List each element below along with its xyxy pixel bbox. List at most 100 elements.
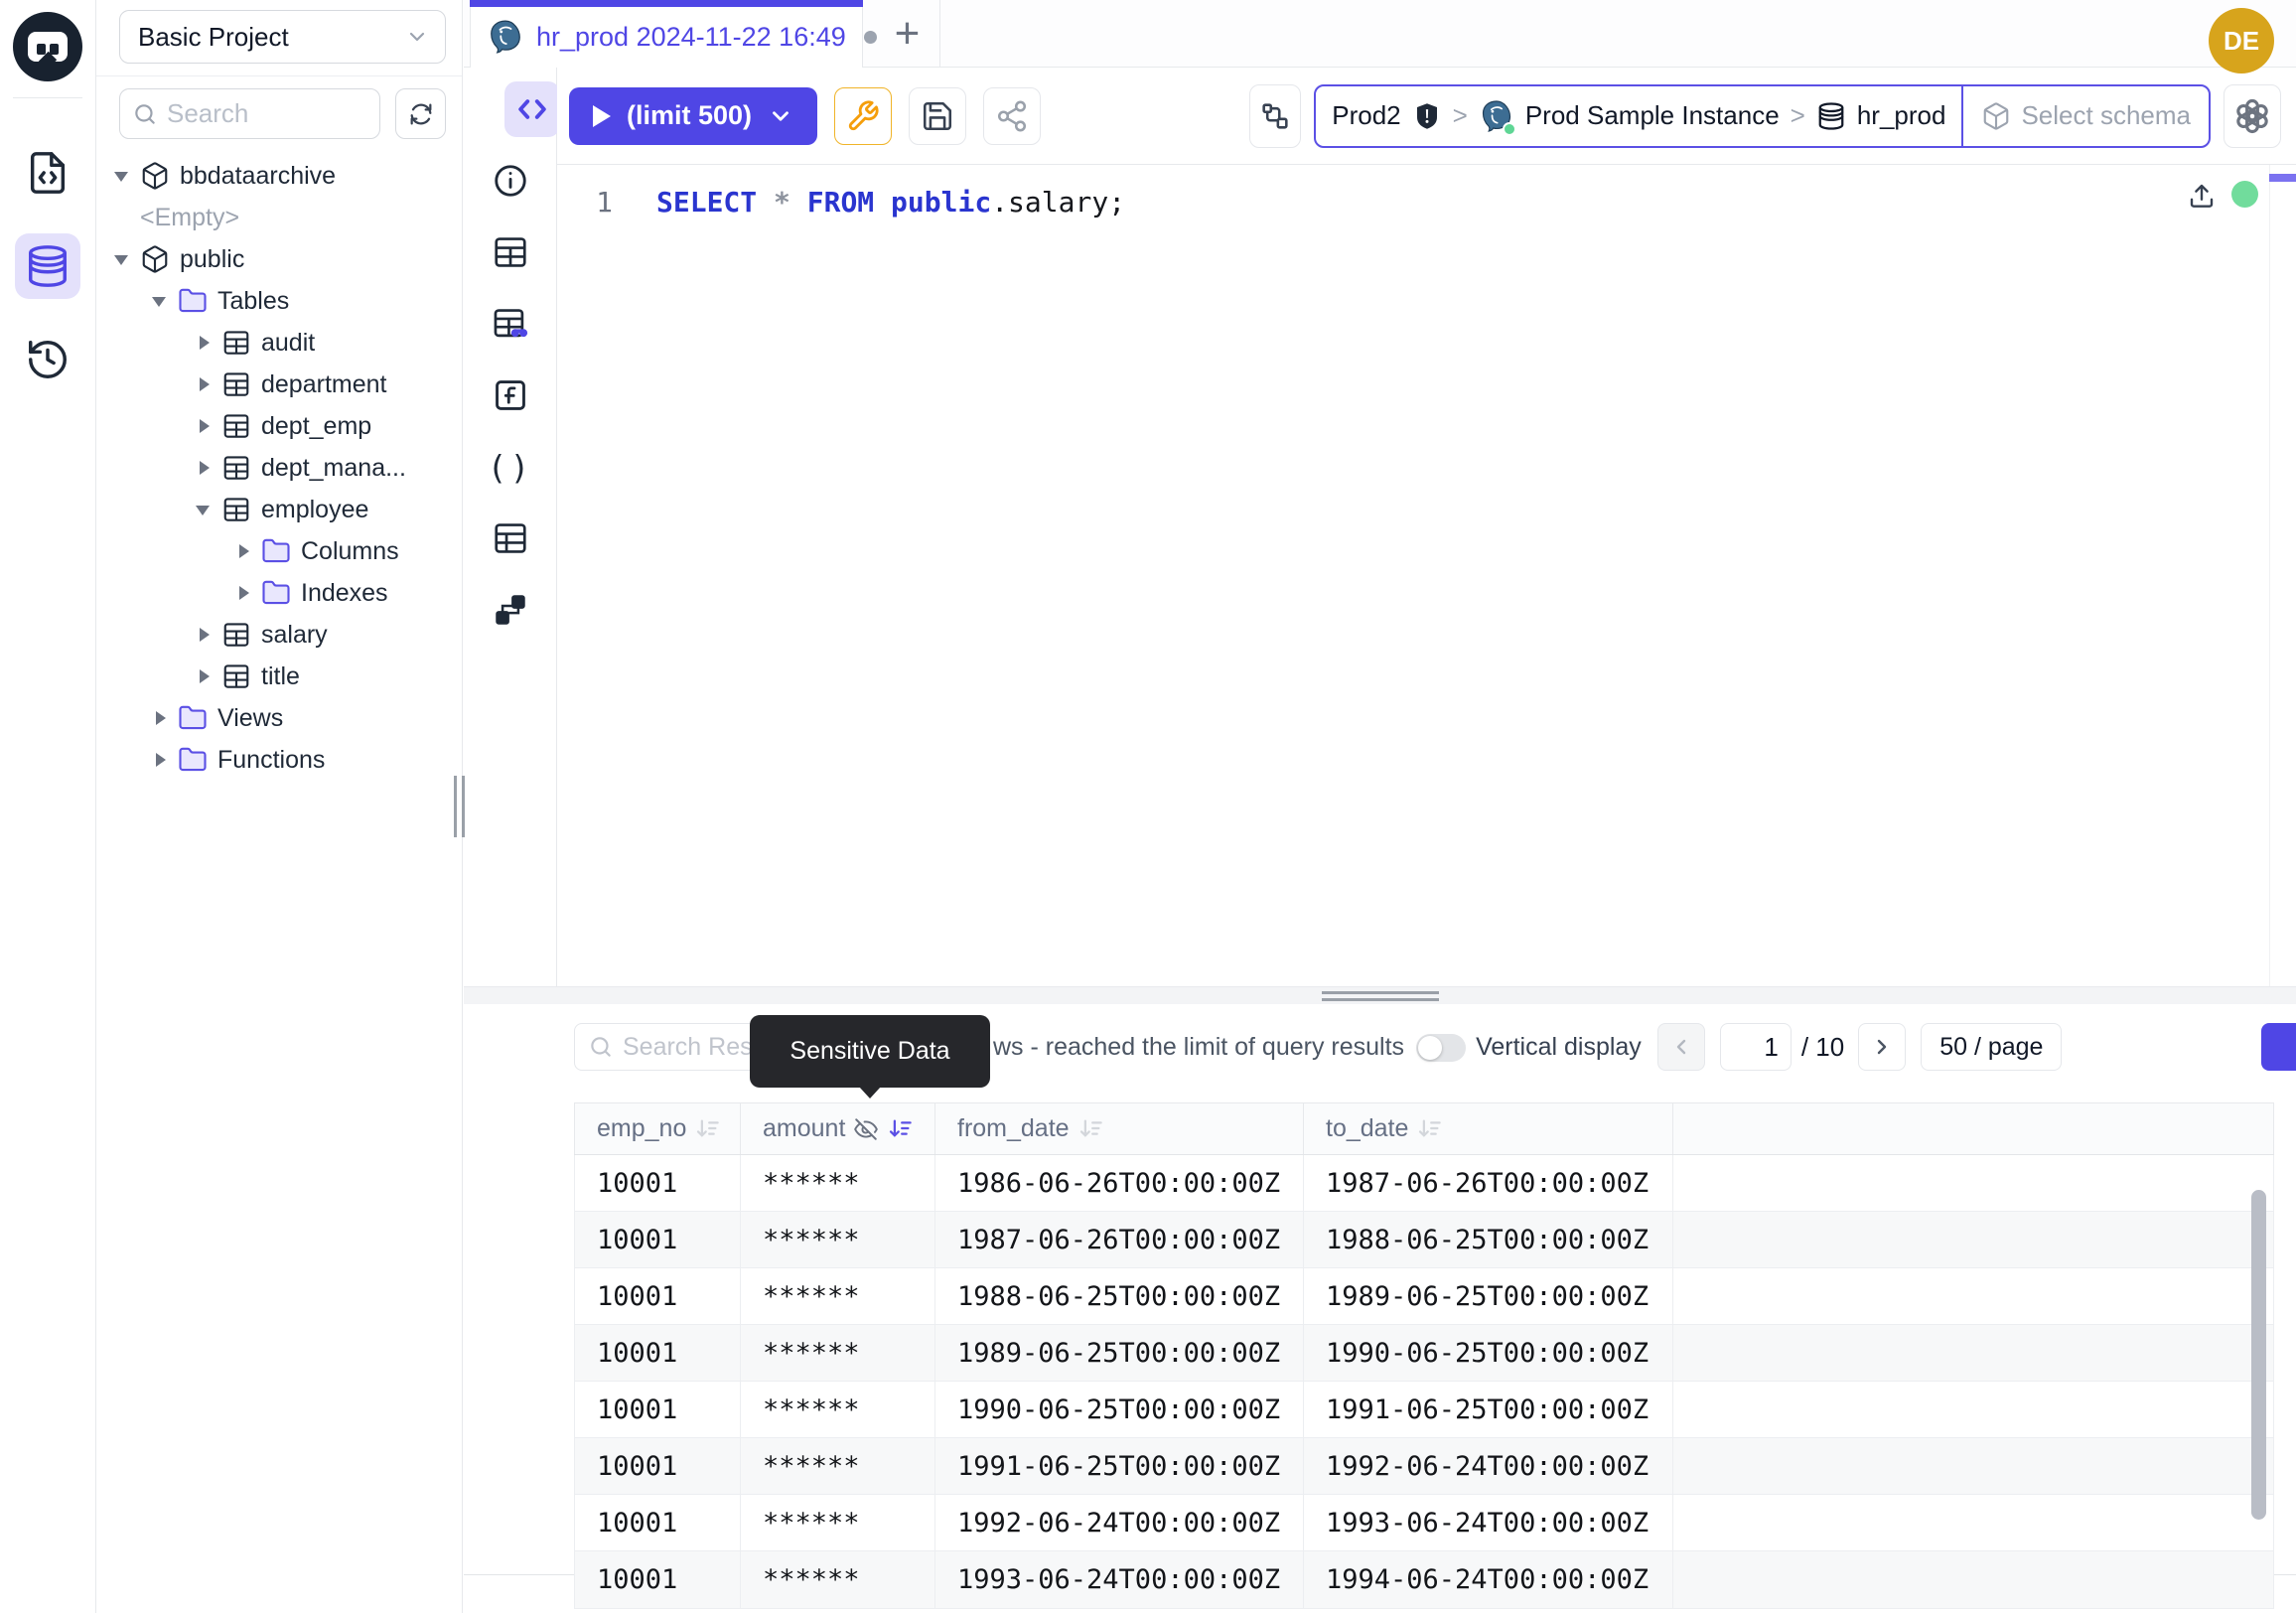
functions-panel-icon[interactable] (483, 367, 538, 423)
tree-item-label: dept_emp (261, 412, 371, 441)
tables-panel-icon[interactable] (483, 224, 538, 280)
tree-item-columns[interactable]: Columns (96, 530, 462, 572)
run-query-button[interactable]: (limit 500) (569, 87, 817, 145)
prev-page-button[interactable] (1657, 1023, 1705, 1071)
tree-item-audit[interactable]: audit (96, 322, 462, 364)
chevron-right-icon[interactable] (235, 585, 251, 601)
select-schema-label: Select schema (2021, 100, 2191, 131)
chevron-right-icon[interactable] (196, 376, 212, 392)
tree-item-bbdataarchive[interactable]: bbdataarchive (96, 155, 462, 197)
ai-assistant-icon[interactable] (2224, 84, 2281, 148)
worksheet-tab[interactable]: hr_prod 2024-11-22 16:49 (470, 0, 863, 68)
save-button[interactable] (909, 87, 966, 145)
chevron-down-icon[interactable] (152, 293, 168, 309)
format-sql-button[interactable] (834, 87, 892, 145)
upload-icon[interactable] (2187, 181, 2217, 211)
chevron-right-icon[interactable] (152, 710, 168, 726)
tree-item-dept-emp[interactable]: dept_emp (96, 405, 462, 447)
chevron-down-icon (768, 103, 793, 129)
tree-item-label: <Empty> (140, 204, 239, 232)
tree-item-empty[interactable]: <Empty> (96, 197, 462, 238)
table-row: 10001******1992-06-24T00:00:00Z1993-06-2… (575, 1495, 2274, 1551)
tree-item-label: Columns (301, 537, 399, 566)
shield-icon (1412, 101, 1442, 131)
export-button[interactable] (2261, 1023, 2296, 1071)
next-page-button[interactable] (1858, 1023, 1906, 1071)
share-button[interactable] (983, 87, 1041, 145)
info-icon[interactable] (483, 153, 538, 209)
chevron-right-icon[interactable] (152, 752, 168, 768)
schema-diagram-icon[interactable] (483, 582, 538, 638)
code-view-icon[interactable] (504, 81, 560, 137)
cell-amount: ****** (741, 1268, 935, 1325)
chevron-right-icon[interactable] (196, 418, 212, 434)
cell-filler (1673, 1155, 2274, 1212)
panel-resize-handle[interactable] (464, 986, 2296, 1004)
tree-item-department[interactable]: department (96, 364, 462, 405)
worksheet-icon[interactable] (15, 140, 80, 206)
sql-editor[interactable]: 1 SELECT * FROM public.salary; (557, 165, 2296, 986)
connection-context[interactable]: Prod2 > Prod Sample Instance > (1316, 86, 1961, 146)
column-header-from-date[interactable]: from_date (935, 1103, 1304, 1155)
vertical-display-toggle[interactable] (1416, 1034, 1466, 1062)
database-icon[interactable] (15, 233, 80, 299)
column-header-to-date[interactable]: to_date (1304, 1103, 1673, 1155)
cube-icon (140, 161, 170, 191)
cell-amount: ****** (741, 1551, 935, 1609)
tree-item-functions[interactable]: Functions (96, 739, 462, 781)
code-line: 1 SELECT * FROM public.salary; (557, 181, 2296, 224)
column-header-filler (1673, 1103, 2274, 1155)
chevron-down-icon[interactable] (114, 251, 130, 267)
chevron-right-icon[interactable] (196, 668, 212, 684)
tree-item-employee[interactable]: employee (96, 489, 462, 530)
connection-tools: Prod2 > Prod Sample Instance > (1249, 84, 2296, 148)
result-grid: emp_no amount from_date (574, 1102, 2274, 1609)
page-number-input[interactable] (1720, 1023, 1792, 1071)
chevron-down-icon[interactable] (196, 502, 212, 517)
sort-icon[interactable] (1077, 1115, 1104, 1142)
user-avatar[interactable]: DE (2209, 8, 2274, 73)
cell-emp-no: 10001 (575, 1212, 741, 1268)
refresh-schema-button[interactable] (395, 88, 446, 139)
chevron-down-icon[interactable] (114, 168, 130, 184)
tree-item-dept-mana[interactable]: dept_mana... (96, 447, 462, 489)
folder-icon (261, 578, 291, 608)
table-icon (221, 369, 251, 399)
sort-icon[interactable] (1416, 1115, 1443, 1142)
masked-data-icon[interactable] (483, 296, 538, 352)
batch-query-icon[interactable] (1249, 84, 1301, 148)
history-icon[interactable] (15, 327, 80, 392)
tree-item-title[interactable]: title (96, 656, 462, 697)
tree-item-tables[interactable]: Tables (96, 280, 462, 322)
chevron-right-icon[interactable] (235, 543, 251, 559)
sidebar-search-input[interactable] (167, 98, 367, 129)
connection-status-dot (2231, 181, 2258, 208)
tree-item-public[interactable]: public (96, 238, 462, 280)
results-scrollbar-thumb[interactable] (2251, 1190, 2266, 1520)
chevron-right-icon[interactable] (196, 460, 212, 476)
tab-strip: hr_prod 2024-11-22 16:49 + DE (464, 0, 2296, 68)
column-header-amount[interactable]: amount (741, 1103, 935, 1155)
sort-icon-active[interactable] (887, 1115, 914, 1142)
result-table-icon[interactable] (483, 511, 538, 566)
new-tab-button[interactable]: + (875, 0, 940, 68)
table-row: 10001******1990-06-25T00:00:00Z1991-06-2… (575, 1382, 2274, 1438)
tree-item-label: bbdataarchive (180, 162, 336, 191)
database-icon (1816, 101, 1846, 131)
tree-item-indexes[interactable]: Indexes (96, 572, 462, 614)
page-size-select[interactable]: 50 / page (1921, 1023, 2062, 1071)
chevron-right-icon[interactable] (196, 627, 212, 643)
project-select[interactable]: Basic Project (119, 10, 446, 64)
tree-item-salary[interactable]: salary (96, 614, 462, 656)
cell-to-date: 1990-06-25T00:00:00Z (1304, 1325, 1673, 1382)
sort-icon[interactable] (694, 1115, 721, 1142)
instance-label: Prod Sample Instance (1525, 100, 1780, 131)
sidebar-resize-handle[interactable] (454, 776, 465, 837)
chevron-right-icon[interactable] (196, 335, 212, 351)
tree-item-views[interactable]: Views (96, 697, 462, 739)
eye-off-icon (853, 1116, 879, 1142)
select-schema-button[interactable]: Select schema (1961, 86, 2209, 146)
bytebase-logo[interactable] (13, 12, 82, 81)
parentheses-icon[interactable]: () (483, 439, 538, 495)
column-header-emp-no[interactable]: emp_no (575, 1103, 741, 1155)
